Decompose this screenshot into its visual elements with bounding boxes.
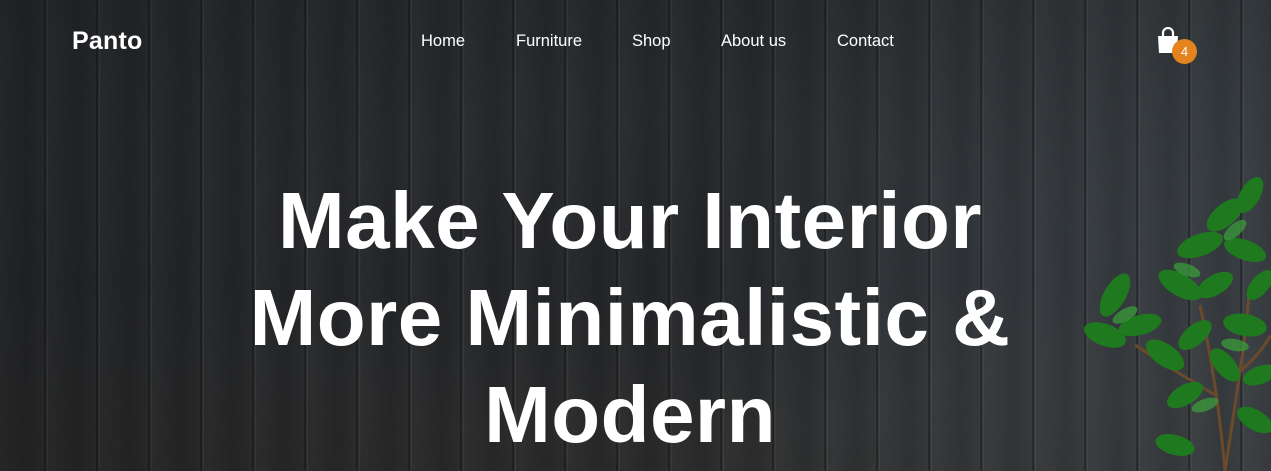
nav-item-contact[interactable]: Contact	[837, 32, 894, 51]
nav-item-furniture[interactable]: Furniture	[516, 32, 582, 51]
main-nav: Home Furniture Shop About us Contact	[0, 32, 1271, 54]
cart-count-badge: 4	[1172, 39, 1197, 64]
nav-item-shop[interactable]: Shop	[632, 32, 671, 51]
nav-item-home[interactable]: Home	[421, 32, 465, 51]
headline-line-2: More Minimalistic &	[249, 273, 1011, 362]
hero-headline: Make Your Interior More Minimalistic & M…	[130, 172, 1130, 463]
headline-line-3: Modern	[484, 370, 776, 459]
cart-button[interactable]: 4	[1155, 27, 1201, 67]
headline-line-1: Make Your Interior	[278, 176, 982, 265]
nav-item-about-us[interactable]: About us	[721, 32, 786, 51]
